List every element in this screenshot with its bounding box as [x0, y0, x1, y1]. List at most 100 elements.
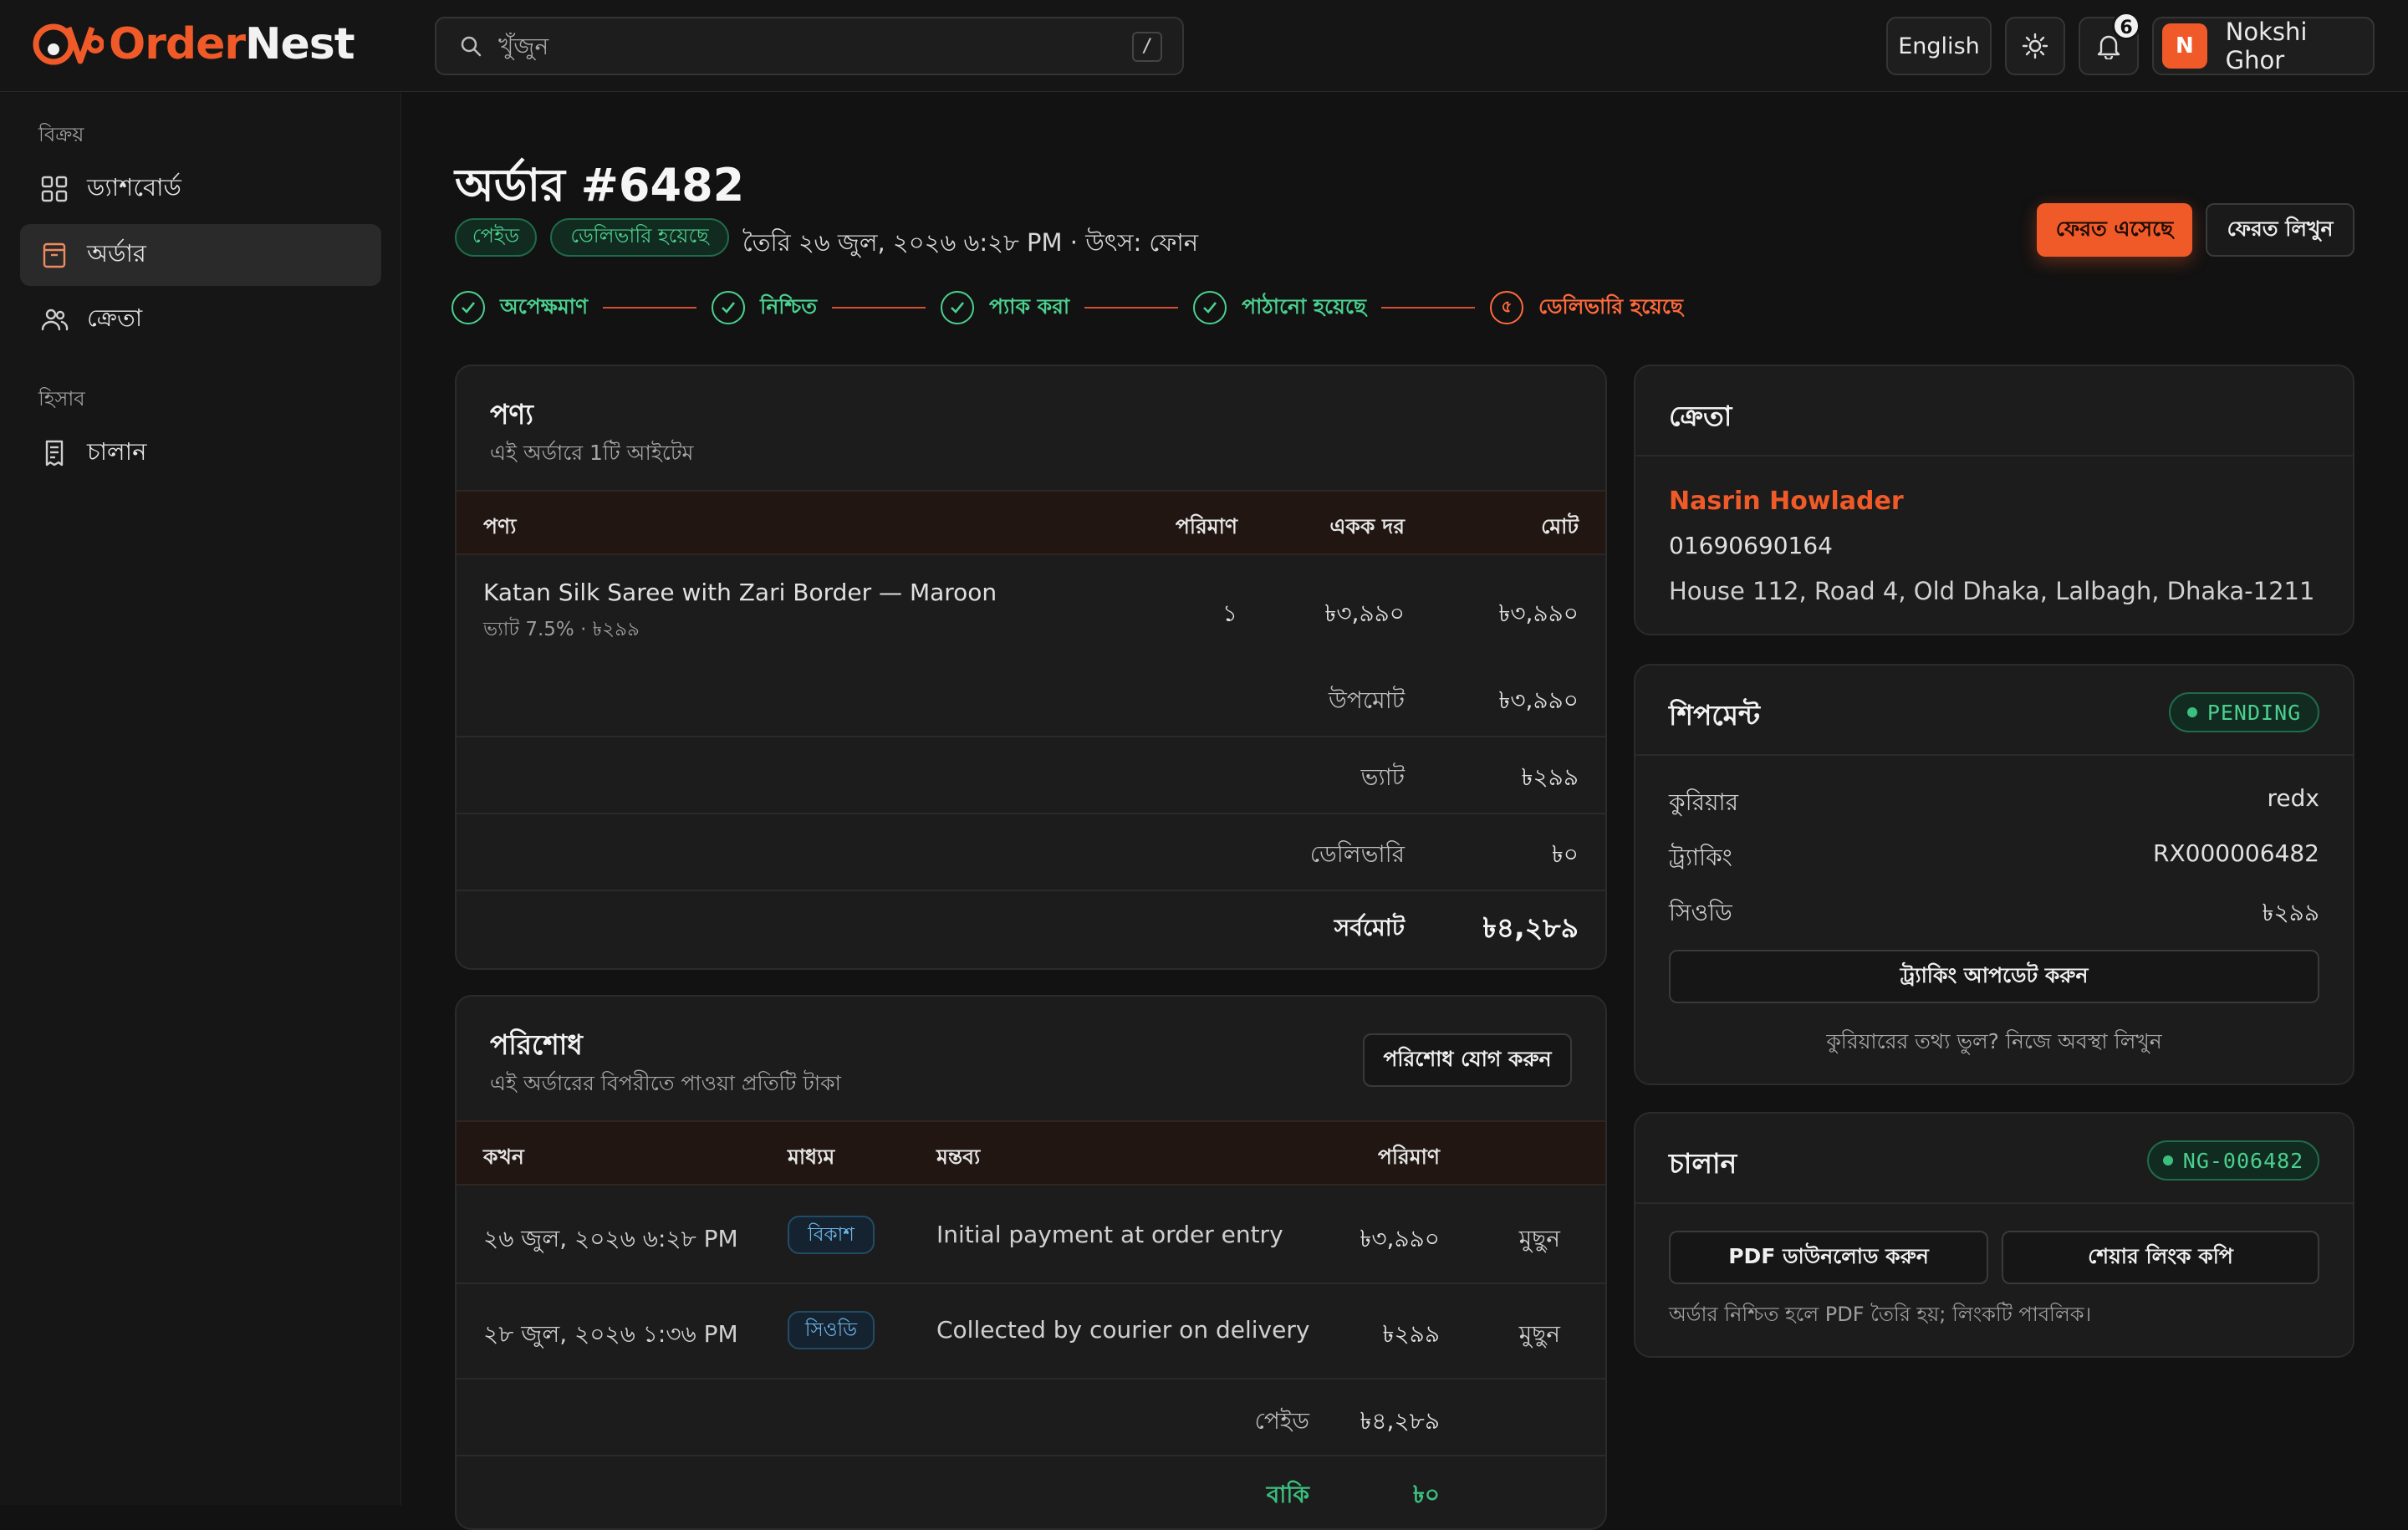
- sidebar-item-orders[interactable]: অর্ডার: [20, 224, 381, 286]
- delivery-label: ডেলিভারি: [1309, 840, 1405, 868]
- step-connector: [1381, 307, 1476, 309]
- cod-label: সিওডি: [1669, 899, 1732, 926]
- column-header: মন্তব্য: [936, 1145, 981, 1169]
- grand-total-value: ৳৪,২৮৯: [1482, 911, 1579, 944]
- language-button[interactable]: English: [1886, 17, 1992, 75]
- avatar: N: [2162, 23, 2207, 69]
- step-connector: [832, 307, 926, 309]
- delete-payment-link[interactable]: মুছুন: [1519, 1316, 1560, 1355]
- grid-icon: [41, 176, 68, 202]
- search-shortcut-hint: /: [1132, 32, 1162, 62]
- add-payment-button[interactable]: পরিশোধ যোগ করুন: [1363, 1033, 1572, 1087]
- payment-note: Initial payment at order entry: [936, 1221, 1283, 1248]
- page-title: অর্ডার #6482: [455, 159, 745, 212]
- logo-mark-icon: [33, 23, 104, 65]
- divider: [1635, 1202, 2353, 1204]
- update-tracking-button[interactable]: ট্র্যাকিং আপডেট করুন: [1669, 950, 2319, 1003]
- check-icon: [941, 291, 974, 324]
- card-title: শিপমেন্ট: [1669, 699, 1760, 732]
- customer-address: House 112, Road 4, Old Dhaka, Lalbagh, D…: [1669, 577, 2315, 605]
- due-label: বাকি: [1266, 1481, 1309, 1508]
- column-header: পণ্য: [483, 514, 517, 538]
- sidebar-item-dashboard[interactable]: ড্যাশবোর্ড: [20, 158, 381, 220]
- grand-total-label: সর্বমোট: [1334, 914, 1405, 941]
- step-shipped: পাঠানো হয়েছে: [1193, 290, 1366, 326]
- payment-amount: ৳৩,৯৯০: [1360, 1225, 1440, 1252]
- box-icon: [43, 242, 66, 268]
- download-pdf-button[interactable]: PDF ডাউনলোড করুন: [1669, 1231, 1988, 1284]
- manual-status-link[interactable]: কুরিয়ারের তথ্য ভুল? নিজে অবস্থা লিখুন: [1635, 1025, 2353, 1061]
- sidebar-item-label: ক্রেতা: [87, 303, 143, 332]
- theme-toggle-button[interactable]: [2005, 17, 2065, 75]
- payments-card: পরিশোধ এই অর্ডারের বিপরীতে পাওয়া প্রতিট…: [455, 995, 1607, 1530]
- notifications-button[interactable]: 6: [2079, 12, 2140, 75]
- search-icon: [461, 36, 482, 57]
- sidebar-item-label: ড্যাশবোর্ড: [87, 172, 181, 201]
- customer-name-link[interactable]: Nasrin Howlader: [1669, 487, 1904, 516]
- vat-value: ৳২৯৯: [1521, 763, 1579, 791]
- card-subtitle: এই অর্ডারে 1টি আইটেম: [490, 441, 694, 465]
- brand-name: OrderNest: [109, 19, 355, 69]
- payment-note: Collected by courier on delivery: [936, 1316, 1310, 1344]
- product-total: ৳৩,৯৯০: [1498, 599, 1579, 627]
- column-header: পরিমাণ: [1377, 1145, 1440, 1169]
- column-header: মাধ্যম: [788, 1145, 835, 1169]
- invoice-card: চালান NG-006482 PDF ডাউনলোড করুন শেয়ার …: [1634, 1112, 2354, 1358]
- divider: [1635, 455, 2353, 456]
- returned-button[interactable]: ফেরত এসেছে: [2037, 203, 2192, 257]
- sidebar-item-label: অর্ডার: [87, 238, 146, 268]
- payment-amount: ৳২৯৯: [1382, 1320, 1441, 1348]
- shipment-status-badge: PENDING: [2169, 692, 2319, 732]
- divider: [457, 1455, 1605, 1456]
- courier-label: কুরিয়ার: [1669, 788, 1739, 816]
- step-pending: অপেক্ষমাণ: [452, 290, 588, 326]
- tracking-value: RX000006482: [2153, 839, 2319, 867]
- users-icon: [41, 309, 69, 331]
- shipment-card: শিপমেন্ট PENDING কুরিয়ার redx ট্র্যাকিং…: [1634, 664, 2354, 1085]
- paid-label: পেইড: [1254, 1407, 1309, 1435]
- sun-icon: [2022, 33, 2048, 59]
- paid-value: ৳৪,২৮৯: [1360, 1407, 1440, 1435]
- card-title: পরিশোধ: [490, 1028, 583, 1061]
- status-badge-delivered: ডেলিভারি হয়েছে: [550, 218, 729, 257]
- delivery-value: ৳০: [1551, 840, 1579, 868]
- column-header: কখন: [483, 1145, 524, 1169]
- divider: [457, 736, 1605, 737]
- column-header: মোট: [1541, 514, 1579, 538]
- cod-value: ৳২৯৯: [2262, 899, 2320, 926]
- check-icon: [712, 291, 746, 324]
- product-qty: ১: [1222, 599, 1237, 627]
- delete-payment-link[interactable]: মুছুন: [1519, 1221, 1560, 1260]
- product-vat-note: ভ্যাট 7.5% · ৳২৯৯: [483, 619, 640, 640]
- sidebar-item-invoices[interactable]: চালান: [20, 422, 381, 484]
- payment-method-chip: বিকাশ: [788, 1216, 875, 1254]
- products-card: পণ্য এই অর্ডারে 1টি আইটেম পণ্য পরিমাণ এক…: [455, 365, 1607, 970]
- order-meta: তৈরি ২৬ জুল, ২০২৬ ৬:২৮ PM · উৎস: ফোন: [742, 228, 1199, 257]
- subtotal-label: উপমোট: [1329, 686, 1405, 714]
- check-icon: [452, 291, 485, 324]
- column-header: একক দর: [1329, 514, 1405, 538]
- brand-logo[interactable]: OrderNest: [32, 15, 355, 74]
- card-title: চালান: [1669, 1147, 1737, 1180]
- sidebar-item-customers[interactable]: ক্রেতা: [20, 288, 381, 350]
- tracking-label: ট্র্যাকিং: [1669, 844, 1732, 871]
- search-box[interactable]: /: [435, 17, 1184, 75]
- step-number: ৫: [1490, 291, 1524, 324]
- write-return-button[interactable]: ফেরত লিখুন: [2206, 203, 2354, 257]
- divider: [457, 1378, 1605, 1380]
- order-status-stepper: অপেক্ষমাণ নিশ্চিত প্যাক করা পাঠানো হয়েছ…: [446, 284, 2361, 331]
- column-header: পরিমাণ: [1175, 514, 1237, 538]
- step-connector: [1084, 307, 1179, 309]
- product-name: Katan Silk Saree with Zari Border — Maro…: [483, 579, 997, 606]
- status-dot: [2186, 707, 2197, 717]
- user-name: Nokshi Ghor: [2225, 18, 2308, 74]
- due-value: ৳০: [1412, 1481, 1440, 1508]
- receipt-icon: [45, 440, 64, 467]
- divider: [1635, 754, 2353, 756]
- notification-count-badge: 6: [2112, 12, 2140, 40]
- sidebar: বিক্রয় ড্যাশবোর্ড অর্ডার ক্রেতা হিসাব চ…: [0, 93, 401, 1505]
- user-menu-button[interactable]: N Nokshi Ghor: [2152, 17, 2375, 75]
- top-bar: OrderNest / English 6 N Nokshi Ghor: [0, 0, 2408, 92]
- search-input[interactable]: [498, 32, 1117, 60]
- copy-share-link-button[interactable]: শেয়ার লিংক কপি: [2002, 1231, 2319, 1284]
